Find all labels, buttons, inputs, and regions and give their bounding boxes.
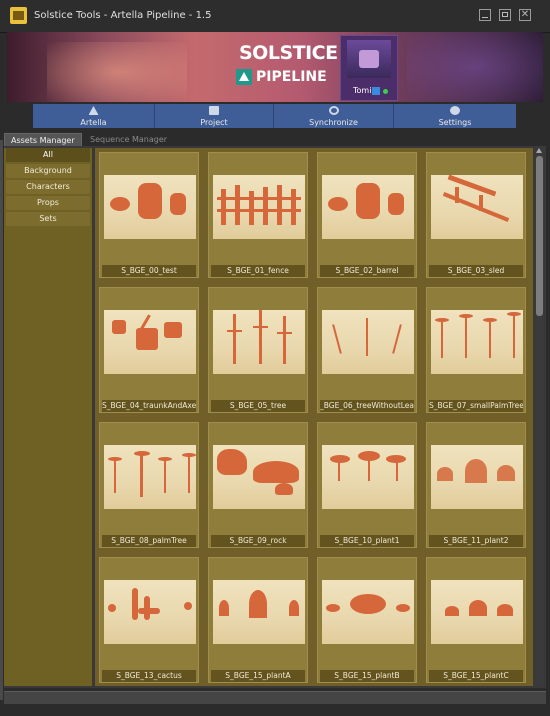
asset-card[interactable]: S_BGE_00_test xyxy=(99,152,199,278)
asset-card[interactable]: S_BGE_11_plant2 xyxy=(426,422,526,548)
asset-thumbnail xyxy=(322,445,414,509)
solstice-logo: SOLSTICE xyxy=(239,42,338,64)
asset-card[interactable]: S_BGE_05_tree xyxy=(208,287,308,413)
pipeline-logo-icon xyxy=(236,69,252,85)
folder-icon xyxy=(209,106,219,115)
asset-card[interactable]: S_BGE_15_plantA xyxy=(208,557,308,683)
asset-card[interactable]: S_BGE_07_smallPalmTree xyxy=(426,287,526,413)
status-bar xyxy=(4,691,546,704)
asset-card[interactable]: S_BGE_01_fence xyxy=(208,152,308,278)
settings-button[interactable]: Settings xyxy=(394,104,516,128)
artella-label: Artella xyxy=(80,118,107,127)
scroll-up-icon[interactable] xyxy=(536,148,542,153)
minimize-button[interactable] xyxy=(479,9,491,21)
asset-thumbnail xyxy=(431,310,523,374)
asset-card[interactable]: S_BGE_02_barrel xyxy=(317,152,417,278)
asset-name: S_BGE_15_plantB xyxy=(320,670,414,682)
asset-grid: S_BGE_00_test S_BGE_01_fence S_BGE_02_ba… xyxy=(95,148,533,686)
side-splitter[interactable] xyxy=(0,140,3,700)
asset-thumbnail xyxy=(213,175,305,239)
asset-name: S_BGE_05_tree xyxy=(211,400,305,412)
synchronize-button[interactable]: Synchronize xyxy=(274,104,394,128)
asset-thumbnail xyxy=(104,175,196,239)
asset-name: S_BGE_15_plantC xyxy=(429,670,523,682)
asset-name: S_BGE_02_barrel xyxy=(320,265,414,277)
window-title: Solstice Tools - Artella Pipeline - 1.5 xyxy=(34,10,212,21)
settings-label: Settings xyxy=(438,118,472,127)
pipeline-logo: PIPELINE xyxy=(256,69,327,85)
tab-sequence-manager[interactable]: Sequence Manager xyxy=(84,133,173,146)
asset-thumbnail xyxy=(213,580,305,644)
project-label: Project xyxy=(200,118,228,127)
asset-thumbnail xyxy=(322,310,414,374)
user-name: Tomi xyxy=(353,86,372,95)
asset-card[interactable]: S_BGE_04_traunkAndAxe xyxy=(99,287,199,413)
category-background-elements[interactable]: Background Elements xyxy=(6,164,90,189)
asset-thumbnail xyxy=(431,175,523,239)
asset-name: _BGE_06_treeWithoutLeave xyxy=(320,400,414,412)
asset-thumbnail xyxy=(213,310,305,374)
gear-icon xyxy=(450,106,460,115)
asset-thumbnail xyxy=(322,580,414,644)
asset-card[interactable]: S_BGE_09_rock xyxy=(208,422,308,548)
asset-name: S_BGE_08_palmTree xyxy=(102,535,196,547)
asset-name: S_BGE_09_rock xyxy=(211,535,305,547)
asset-thumbnail xyxy=(213,445,305,509)
asset-card[interactable]: S_BGE_15_plantC xyxy=(426,557,526,683)
banner: SOLSTICE PIPELINE Tomi xyxy=(7,32,543,102)
project-button[interactable]: Project xyxy=(155,104,274,128)
scrollbar-thumb[interactable] xyxy=(536,156,543,316)
artella-button[interactable]: Artella xyxy=(33,104,155,128)
sync-icon xyxy=(328,106,339,115)
vertical-scrollbar[interactable] xyxy=(535,148,544,686)
app-logo-icon xyxy=(10,7,27,24)
asset-thumbnail xyxy=(104,580,196,644)
asset-thumbnail xyxy=(322,175,414,239)
asset-card[interactable]: S_BGE_08_palmTree xyxy=(99,422,199,548)
asset-thumbnail xyxy=(104,445,196,509)
tab-assets-manager[interactable]: Assets Manager xyxy=(4,133,82,147)
category-characters[interactable]: Characters xyxy=(6,180,90,194)
tab-bar: Assets Manager Sequence Manager xyxy=(4,133,544,147)
artella-icon xyxy=(88,106,99,115)
asset-name: S_BGE_10_plant1 xyxy=(320,535,414,547)
toolbar: Artella Project Synchronize Settings xyxy=(33,104,516,128)
asset-thumbnail xyxy=(431,445,523,509)
maximize-button[interactable] xyxy=(499,9,511,21)
category-all[interactable]: All xyxy=(6,148,90,162)
asset-name: S_BGE_15_plantA xyxy=(211,670,305,682)
synchronize-label: Synchronize xyxy=(309,118,358,127)
asset-card[interactable]: S_BGE_15_plantB xyxy=(317,557,417,683)
category-sets[interactable]: Sets xyxy=(6,212,90,226)
category-sidebar: All Background Elements Characters Props… xyxy=(4,148,92,686)
asset-name: S_BGE_01_fence xyxy=(211,265,305,277)
asset-name: S_BGE_03_sled xyxy=(429,265,523,277)
online-status-icon xyxy=(383,89,388,94)
asset-card[interactable]: S_BGE_10_plant1 xyxy=(317,422,417,548)
asset-name: S_BGE_00_test xyxy=(102,265,196,277)
title-bar: Solstice Tools - Artella Pipeline - 1.5 … xyxy=(0,0,550,33)
asset-name: S_BGE_07_smallPalmTree xyxy=(429,400,523,412)
asset-thumbnail xyxy=(431,580,523,644)
category-props[interactable]: Props xyxy=(6,196,90,210)
close-button[interactable]: ✕ xyxy=(519,9,531,21)
asset-card[interactable]: _BGE_06_treeWithoutLeave xyxy=(317,287,417,413)
asset-name: S_BGE_13_cactus xyxy=(102,670,196,682)
asset-card[interactable]: S_BGE_03_sled xyxy=(426,152,526,278)
asset-name: S_BGE_04_traunkAndAxe xyxy=(102,400,196,412)
windows-icon xyxy=(372,87,380,95)
asset-card[interactable]: S_BGE_13_cactus xyxy=(99,557,199,683)
asset-name: S_BGE_11_plant2 xyxy=(429,535,523,547)
asset-thumbnail xyxy=(104,310,196,374)
